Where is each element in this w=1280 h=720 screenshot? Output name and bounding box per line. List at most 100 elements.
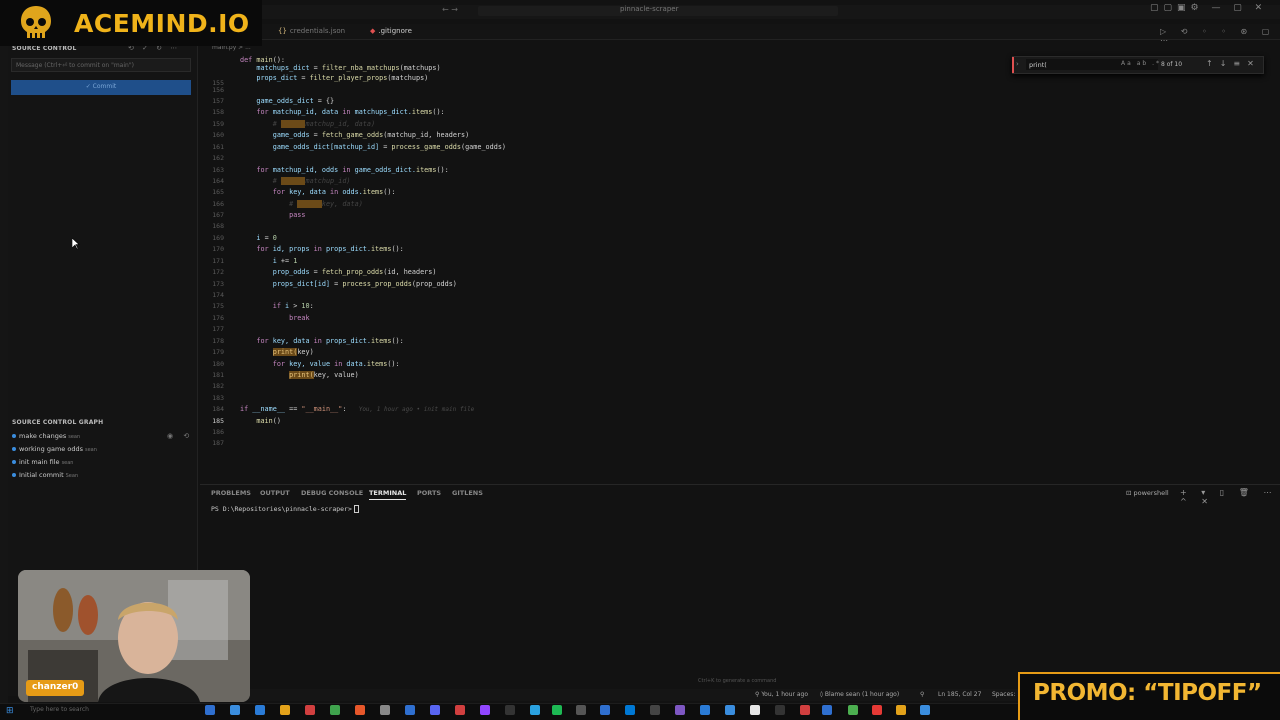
taskbar-search[interactable]: Type here to search [30, 706, 89, 713]
taskbar-app-icon[interactable] [896, 705, 906, 715]
code-line: for matchup_id, odds in game_odds_dict.i… [240, 166, 449, 174]
tab-output[interactable]: OUTPUT [260, 489, 290, 497]
code-line: props_dict = filter_player_props(matchup… [240, 74, 429, 82]
skull-logo-icon [21, 6, 51, 38]
window-title: pinnacle-scraper [620, 5, 679, 13]
taskbar-app-icon[interactable] [355, 705, 365, 715]
code-line: game_odds_dict = {} [240, 97, 335, 105]
line-number: 171 [212, 257, 224, 265]
taskbar-app-icon[interactable] [305, 705, 315, 715]
status-blame-text: You, 1 hour ago [761, 691, 808, 698]
terminal-cursor [353, 505, 359, 513]
taskbar-app-icon[interactable] [280, 705, 290, 715]
find-accent [1012, 57, 1014, 73]
commit-message-input[interactable]: Message (Ctrl+⏎ to commit on "main") [11, 58, 191, 72]
prompt-text: PS D:\Repositories\pinnacle-scraper> [211, 505, 352, 513]
nav-arrows[interactable]: ← → [442, 5, 458, 14]
code-line: # key, data) [240, 200, 363, 208]
line-number: 176 [212, 314, 224, 322]
graph-item-author: sean [68, 434, 81, 440]
panel-actions[interactable]: + ▾ ▯ 🗑 ⋯ ^ ✕ [1180, 488, 1280, 506]
tab-gitlens[interactable]: GITLENS [452, 489, 483, 497]
indentation[interactable]: Spaces: [992, 691, 1015, 698]
cursor-position[interactable]: Ln 185, Col 27 [938, 691, 981, 698]
graph-item-author: sean [84, 447, 97, 453]
graph-item-label: working game odds [19, 445, 83, 453]
graph-item[interactable]: init main file sean [12, 458, 73, 466]
terminal-prompt[interactable]: PS D:\Repositories\pinnacle-scraper> [211, 505, 359, 513]
taskbar-app-icon[interactable] [405, 705, 415, 715]
tab-credentials-json[interactable]: {} credentials.json [278, 27, 345, 35]
graph-item[interactable]: working game odds sean [12, 445, 97, 453]
taskbar-app-icon[interactable] [600, 705, 610, 715]
editor-actions[interactable]: ▷ ⟲ ◦ ◦ ⊛ ▢ ⋯ [1160, 27, 1280, 45]
find-options[interactable]: Aa ab .* [1121, 60, 1161, 67]
code-line: for key, data in odds.items(): [240, 188, 396, 196]
taskbar-app-icon[interactable] [920, 705, 930, 715]
inline-blame: You, 1 hour ago • init main file [358, 406, 475, 413]
graph-item-label: init main file [19, 458, 60, 466]
status-gitlens-blame[interactable]: ◊ Blame sean (1 hour ago) [820, 691, 899, 698]
code-line: print(key, value) [289, 371, 359, 379]
line-number: 172 [212, 268, 224, 276]
activity-bar [0, 46, 8, 720]
code-line: matchups_dict = filter_nba_matchups(matc… [240, 64, 441, 72]
tab-problems[interactable]: PROBLEMS [211, 489, 251, 497]
taskbar-app-icon[interactable] [430, 705, 440, 715]
line-number: 158 [212, 108, 224, 116]
graph-item[interactable]: make changes sean [12, 432, 80, 440]
spotify-icon[interactable] [552, 705, 562, 715]
taskbar-app-icon[interactable] [330, 705, 340, 715]
tab-ports[interactable]: PORTS [417, 489, 441, 497]
code-line: for id, props in props_dict.items(): [240, 245, 404, 253]
line-number: 180 [212, 360, 224, 368]
line-number: 174 [212, 291, 224, 299]
taskbar-app-icon[interactable] [505, 705, 515, 715]
taskbar-app-icon[interactable] [625, 705, 635, 715]
taskbar-app-icon[interactable] [455, 705, 465, 715]
taskbar-app-icon[interactable] [775, 705, 785, 715]
find-navigation[interactable]: ↑↓≡✕ [1206, 59, 1261, 68]
taskbar-app-icon[interactable] [650, 705, 660, 715]
graph-item[interactable]: Initial commit Sean [12, 471, 78, 479]
windows-start-icon[interactable]: ⊞ [6, 706, 14, 716]
tab-terminal[interactable]: TERMINAL [369, 489, 407, 500]
zoom-icon[interactable]: ⚲ [920, 691, 924, 698]
taskbar-app-icon[interactable] [480, 705, 490, 715]
toggle-replace-icon[interactable]: › [1016, 60, 1019, 68]
taskbar-app-icon[interactable] [872, 705, 882, 715]
taskbar-app-icon[interactable] [380, 705, 390, 715]
taskbar-app-icon[interactable] [848, 705, 858, 715]
line-number: 159 [212, 120, 224, 128]
taskbar-app-icon[interactable] [800, 705, 810, 715]
bottom-panel [200, 484, 1280, 674]
taskbar-app-icon[interactable] [822, 705, 832, 715]
line-number: 185 [212, 417, 224, 425]
taskbar-app-icon[interactable] [725, 705, 735, 715]
graph-toolbar[interactable]: ◉ ⟲ [167, 432, 193, 440]
taskbar-app-icon[interactable] [576, 705, 586, 715]
taskbar-app-icon[interactable] [530, 705, 540, 715]
status-blame[interactable]: ⚲ You, 1 hour ago [755, 691, 808, 698]
line-number: 169 [212, 234, 224, 242]
line-number: 184 [212, 405, 224, 413]
source-control-title: SOURCE CONTROL [12, 45, 77, 52]
taskbar-app-icon[interactable] [205, 705, 215, 715]
taskbar-app-icon[interactable] [230, 705, 240, 715]
json-icon: {} [278, 27, 287, 35]
taskbar-app-icon[interactable] [750, 705, 760, 715]
commit-button[interactable]: ✓ Commit [11, 80, 191, 95]
tab-label: credentials.json [289, 27, 346, 35]
tab-debug-console[interactable]: DEBUG CONSOLE [301, 489, 363, 497]
window-controls[interactable]: ▢▢▣⚙ — ▢ ✕ [1150, 3, 1267, 13]
taskbar-app-icon[interactable] [675, 705, 685, 715]
vscode-icon[interactable] [700, 705, 710, 715]
tab-gitignore[interactable]: ◆ .gitignore [370, 27, 412, 35]
terminal-icon: ⊡ [1126, 489, 1134, 497]
commit-dot-icon [12, 460, 16, 464]
promo-text: PROMO: “TIPOFF” [1033, 680, 1262, 706]
commit-dot-icon [12, 434, 16, 438]
terminal-shell-label[interactable]: ⊡ powershell [1126, 489, 1169, 497]
code-line: for key, value in data.items(): [240, 360, 400, 368]
taskbar-app-icon[interactable] [255, 705, 265, 715]
